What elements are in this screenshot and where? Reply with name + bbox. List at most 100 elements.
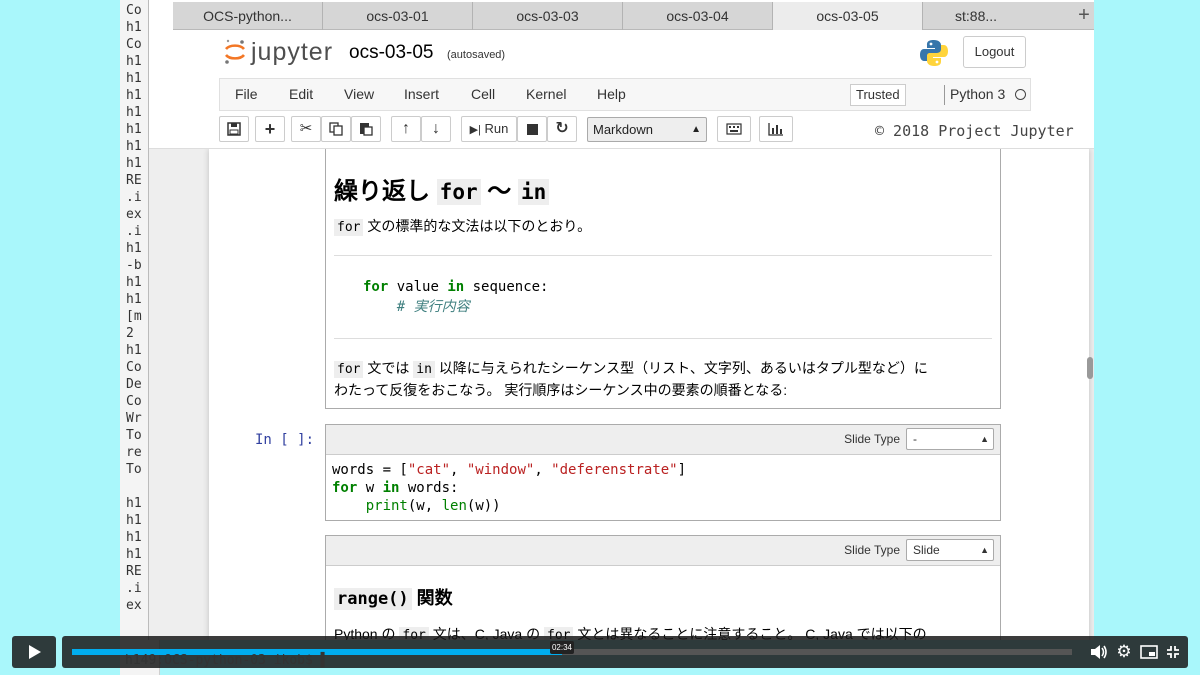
browser-tab[interactable]: ocs-03-03 bbox=[473, 2, 623, 30]
slide-type-select[interactable]: - ▲ bbox=[906, 428, 994, 450]
divider bbox=[334, 338, 992, 339]
select-arrows-icon: ▲ bbox=[980, 545, 989, 555]
trusted-button[interactable]: Trusted bbox=[850, 84, 906, 106]
markdown-cell[interactable]: Slide Type Slide ▲ range() 関数 Python の fo… bbox=[325, 535, 1001, 640]
menu-cell[interactable]: Cell bbox=[471, 79, 495, 110]
plus-icon: + bbox=[264, 119, 276, 139]
terminal-line: To bbox=[126, 462, 142, 477]
terminal-line: h1 bbox=[126, 156, 142, 171]
terminal-line: h1 bbox=[126, 105, 142, 120]
terminal-line: h1 bbox=[126, 513, 142, 528]
copy-button[interactable] bbox=[321, 116, 351, 142]
terminal-line: 2 bbox=[126, 326, 134, 341]
terminal-line: RE bbox=[126, 173, 142, 188]
copyright-text: © 2018 Project Jupyter bbox=[875, 122, 1074, 140]
terminal-line: ex bbox=[126, 598, 142, 613]
kernel-idle-icon bbox=[1015, 89, 1026, 100]
new-tab-button[interactable]: + bbox=[1070, 2, 1098, 30]
terminal-line: Co bbox=[126, 3, 142, 18]
notebook-page: 繰り返し for ～ in for 文の標準的な文法は以下のとおり。 for v… bbox=[209, 149, 1089, 640]
save-button[interactable] bbox=[219, 116, 249, 142]
terminal-line: .i bbox=[126, 190, 142, 205]
settings-gear-icon[interactable]: ⚙ bbox=[1114, 642, 1134, 662]
browser-tab-partial[interactable]: st:88... bbox=[955, 2, 997, 30]
select-arrows-icon: ▲ bbox=[980, 434, 989, 444]
code-cell[interactable]: Slide Type - ▲ words = ["cat", "window", … bbox=[325, 424, 1001, 521]
menu-kernel[interactable]: Kernel bbox=[526, 79, 566, 110]
terminal-line: h1 bbox=[126, 292, 142, 307]
menu-bar: File Edit View Insert Cell Kernel Help T… bbox=[219, 78, 1031, 111]
notebook-toolbar: + ✂ ↑ ↓ ▶| Run ↻ Markdown ▲ © 2018 Projec… bbox=[219, 116, 1074, 144]
browser-tab-active[interactable]: ocs-03-05 bbox=[773, 2, 923, 30]
markdown-cell[interactable]: 繰り返し for ～ in for 文の標準的な文法は以下のとおり。 for v… bbox=[325, 149, 1001, 409]
terminal-line: Co bbox=[126, 394, 142, 409]
browser-tab[interactable]: ocs-03-04 bbox=[623, 2, 773, 30]
step-forward-icon: ▶| bbox=[469, 124, 481, 136]
terminal-line: Co bbox=[126, 37, 142, 52]
jupyter-logo-icon[interactable] bbox=[223, 38, 247, 66]
terminal-line: h1 bbox=[126, 343, 142, 358]
play-button[interactable] bbox=[12, 636, 56, 668]
jupyter-brand[interactable]: jupyter bbox=[251, 38, 333, 67]
terminal-line: -b bbox=[126, 258, 142, 273]
terminal-line: h1 bbox=[126, 88, 142, 103]
terminal-line: h1 bbox=[126, 547, 142, 562]
terminal-line: h1 bbox=[126, 54, 142, 69]
terminal-line: ex bbox=[126, 207, 142, 222]
menu-help[interactable]: Help bbox=[597, 79, 626, 110]
cell-paragraph: for 文では in 以降に与えられたシーケンス型（リスト、文字列、あるいはタプ… bbox=[334, 360, 928, 398]
paste-icon bbox=[360, 123, 373, 136]
terminal-line: h1 bbox=[126, 275, 142, 290]
menu-view[interactable]: View bbox=[344, 79, 374, 110]
terminal-line: Co bbox=[126, 360, 142, 375]
kernel-name[interactable]: Python 3 bbox=[950, 79, 1005, 110]
chart-button[interactable] bbox=[759, 116, 793, 142]
code-editor[interactable]: words = ["cat", "window", "deferenstrate… bbox=[332, 461, 686, 515]
terminal-line: h1 bbox=[126, 139, 142, 154]
select-arrows-icon: ▲ bbox=[691, 124, 701, 135]
arrow-up-icon: ↑ bbox=[402, 120, 410, 137]
scrollbar-thumb[interactable] bbox=[1087, 357, 1093, 379]
menu-insert[interactable]: Insert bbox=[404, 79, 439, 110]
insert-cell-button[interactable]: + bbox=[255, 116, 285, 142]
cell-toolbar: Slide Type - ▲ bbox=[326, 425, 1000, 455]
terminal-line: Wr bbox=[126, 411, 142, 426]
picture-in-picture-icon[interactable] bbox=[1139, 642, 1159, 662]
volume-icon[interactable] bbox=[1089, 642, 1109, 662]
input-prompt: In [ ]: bbox=[255, 432, 315, 448]
scissors-icon: ✂ bbox=[299, 120, 313, 137]
cell-paragraph: for 文の標準的な文法は以下のとおり。 bbox=[334, 216, 591, 236]
code-example: for value in sequence: # 実行内容 bbox=[363, 279, 549, 315]
cut-button[interactable]: ✂ bbox=[291, 116, 321, 142]
slide-type-label: Slide Type bbox=[844, 432, 900, 446]
move-up-button[interactable]: ↑ bbox=[391, 116, 421, 142]
terminal-line: h1 bbox=[126, 20, 142, 35]
command-palette-button[interactable] bbox=[717, 116, 751, 142]
menu-file[interactable]: File bbox=[235, 79, 258, 110]
logout-button[interactable]: Logout bbox=[963, 36, 1026, 68]
notebook-name[interactable]: ocs-03-05 bbox=[349, 42, 434, 64]
paste-button[interactable] bbox=[351, 116, 381, 142]
browser-tab[interactable]: ocs-03-01 bbox=[323, 2, 473, 30]
kernel-separator bbox=[944, 85, 945, 105]
interrupt-button[interactable] bbox=[517, 116, 547, 142]
fullscreen-icon[interactable] bbox=[1163, 642, 1183, 662]
cell-type-select[interactable]: Markdown ▲ bbox=[587, 117, 707, 142]
terminal-line: h1 bbox=[126, 496, 142, 511]
terminal-line: De bbox=[126, 377, 142, 392]
bar-chart-icon bbox=[768, 123, 783, 136]
move-down-button[interactable]: ↓ bbox=[421, 116, 451, 142]
browser-tab[interactable]: OCS-python... bbox=[173, 2, 323, 30]
cell-heading: 繰り返し for ～ in bbox=[334, 171, 550, 206]
terminal-line: [m bbox=[126, 309, 142, 324]
divider bbox=[334, 255, 992, 256]
menu-edit[interactable]: Edit bbox=[289, 79, 313, 110]
copy-icon bbox=[329, 122, 343, 136]
terminal-line: .i bbox=[126, 224, 142, 239]
restart-button[interactable]: ↻ bbox=[547, 116, 577, 142]
run-button[interactable]: ▶| Run bbox=[461, 116, 517, 142]
slide-type-select[interactable]: Slide ▲ bbox=[906, 539, 994, 561]
stop-icon bbox=[526, 124, 538, 135]
notebook-area: 繰り返し for ～ in for 文の標準的な文法は以下のとおり。 for v… bbox=[149, 148, 1094, 640]
